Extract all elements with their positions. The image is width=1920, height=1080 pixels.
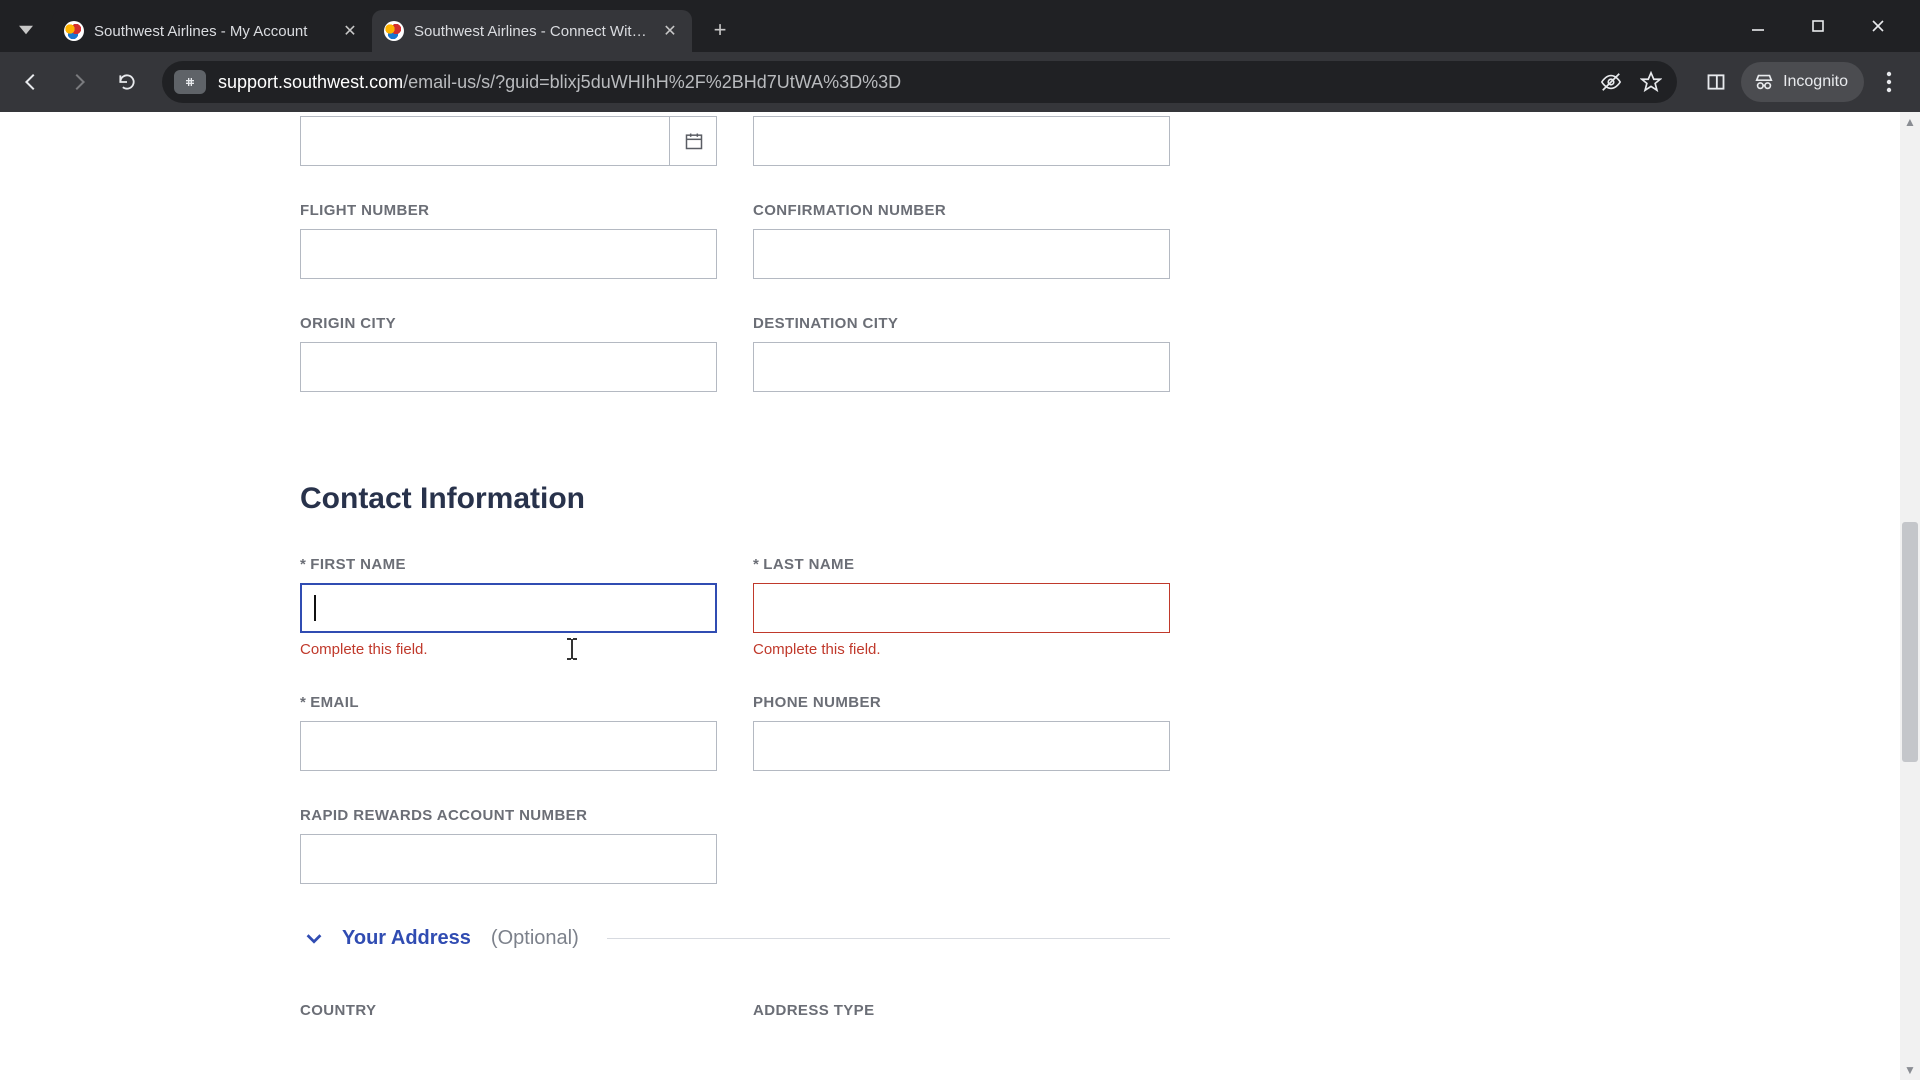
site-info-icon[interactable] xyxy=(174,70,206,94)
close-window-button[interactable] xyxy=(1856,8,1900,44)
maximize-button[interactable] xyxy=(1796,8,1840,44)
scroll-up-icon[interactable]: ▲ xyxy=(1900,112,1920,132)
scroll-thumb[interactable] xyxy=(1902,522,1918,762)
browser-toolbar: support.southwest.com/email-us/s/?guid=b… xyxy=(0,52,1920,112)
page-content: FLIGHT NUMBER CONFIRMATION NUMBER ORIGIN… xyxy=(0,112,1920,1069)
tab-my-account[interactable]: Southwest Airlines - My Account ✕ xyxy=(52,10,372,52)
destination-city-label: DESTINATION CITY xyxy=(753,315,1170,332)
confirmation-number-input[interactable] xyxy=(753,229,1170,279)
email-input[interactable] xyxy=(300,721,717,771)
unlabeled-input[interactable] xyxy=(753,116,1170,166)
scroll-down-icon[interactable]: ▼ xyxy=(1900,1060,1920,1080)
first-name-error: Complete this field. xyxy=(300,641,717,658)
origin-city-input[interactable] xyxy=(300,342,717,392)
confirmation-number-label: CONFIRMATION NUMBER xyxy=(753,202,1170,219)
phone-input[interactable] xyxy=(753,721,1170,771)
last-name-error: Complete this field. xyxy=(753,641,1170,658)
country-label: COUNTRY xyxy=(300,1002,717,1019)
flight-number-label: FLIGHT NUMBER xyxy=(300,202,717,219)
tab-strip: Southwest Airlines - My Account ✕ Southw… xyxy=(0,0,1920,52)
rapid-rewards-label: RAPID REWARDS ACCOUNT NUMBER xyxy=(300,807,717,824)
url-text: support.southwest.com/email-us/s/?guid=b… xyxy=(218,72,1585,93)
bookmark-icon[interactable] xyxy=(1637,68,1665,96)
address-type-label: ADDRESS TYPE xyxy=(753,1002,1170,1019)
side-panel-button[interactable] xyxy=(1695,61,1737,103)
incognito-label: Incognito xyxy=(1783,73,1848,91)
back-button[interactable] xyxy=(10,61,52,103)
rapid-rewards-input[interactable] xyxy=(300,834,717,884)
divider xyxy=(607,938,1170,939)
southwest-favicon-icon xyxy=(384,21,404,41)
phone-label: PHONE NUMBER xyxy=(753,694,1170,711)
tab-connect-with-us[interactable]: Southwest Airlines - Connect With Us ✕ xyxy=(372,10,692,52)
address-title: Your Address xyxy=(342,927,471,950)
new-tab-button[interactable]: + xyxy=(702,12,738,48)
destination-city-input[interactable] xyxy=(753,342,1170,392)
incognito-indicator[interactable]: Incognito xyxy=(1741,62,1864,102)
chrome-menu-button[interactable] xyxy=(1868,61,1910,103)
flight-date-input[interactable] xyxy=(300,116,717,166)
vertical-scrollbar[interactable]: ▲ ▼ xyxy=(1900,112,1920,1080)
tracking-blocked-icon[interactable] xyxy=(1597,68,1625,96)
chevron-down-icon xyxy=(300,924,328,952)
browser-chrome: Southwest Airlines - My Account ✕ Southw… xyxy=(0,0,1920,112)
text-caret xyxy=(314,595,316,621)
reload-button[interactable] xyxy=(106,61,148,103)
last-name-label: *LAST NAME xyxy=(753,556,1170,573)
your-address-toggle[interactable]: Your Address (Optional) xyxy=(300,924,1170,952)
tab-search-dropdown[interactable] xyxy=(8,12,44,48)
tab-title: Southwest Airlines - My Account xyxy=(94,23,334,40)
address-bar[interactable]: support.southwest.com/email-us/s/?guid=b… xyxy=(162,61,1677,103)
minimize-button[interactable] xyxy=(1736,8,1780,44)
flight-number-input[interactable] xyxy=(300,229,717,279)
southwest-favicon-icon xyxy=(64,21,84,41)
last-name-input[interactable] xyxy=(753,583,1170,633)
page-viewport: FLIGHT NUMBER CONFIRMATION NUMBER ORIGIN… xyxy=(0,112,1920,1080)
first-name-label: *FIRST NAME xyxy=(300,556,717,573)
window-controls xyxy=(1720,0,1916,52)
forward-button[interactable] xyxy=(58,61,100,103)
contact-information-heading: Contact Information xyxy=(300,482,1170,516)
first-name-input[interactable] xyxy=(300,583,717,633)
address-optional: (Optional) xyxy=(491,927,579,950)
close-tab-icon[interactable]: ✕ xyxy=(340,21,360,41)
calendar-icon[interactable] xyxy=(669,116,717,166)
origin-city-label: ORIGIN CITY xyxy=(300,315,717,332)
email-label: *EMAIL xyxy=(300,694,717,711)
tab-title: Southwest Airlines - Connect With Us xyxy=(414,23,654,40)
close-tab-icon[interactable]: ✕ xyxy=(660,21,680,41)
